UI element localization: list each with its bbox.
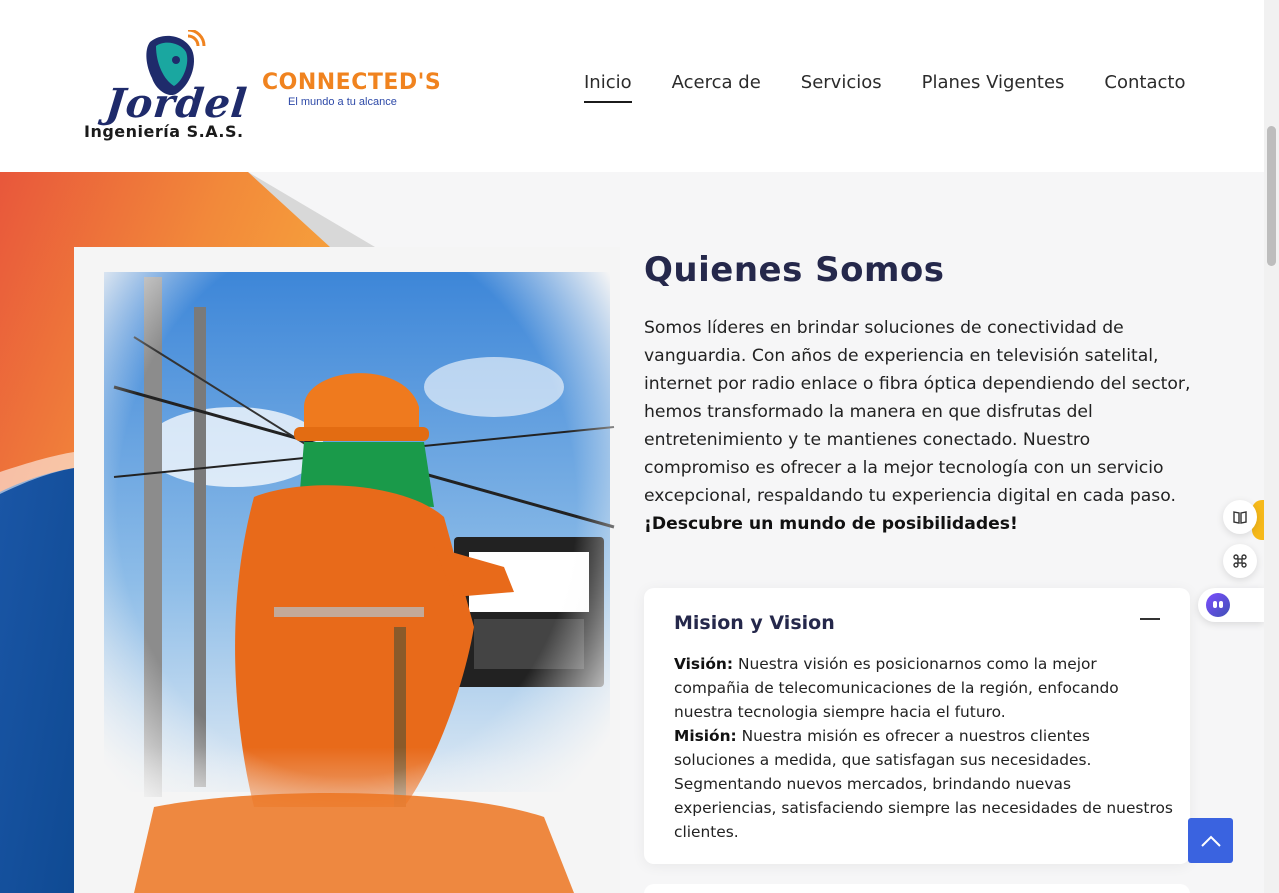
next-accordion-item[interactable]: [644, 884, 1190, 893]
nav-servicios[interactable]: Servicios: [801, 72, 882, 103]
nav-planes-vigentes[interactable]: Planes Vigentes: [922, 72, 1065, 103]
connecteds-logo[interactable]: CONNECTED'S El mundo a tu alcance: [262, 70, 442, 114]
scroll-to-top-button[interactable]: [1188, 818, 1233, 863]
about-intro-highlight: ¡Descubre un mundo de posibilidades!: [644, 514, 1018, 534]
about-intro-text: Somos líderes en brindar soluciones de c…: [644, 318, 1191, 506]
nav-acerca-de[interactable]: Acerca de: [672, 72, 761, 103]
accordion-body: Visión: Nuestra visión es posicionarnos …: [674, 652, 1174, 844]
mission-vision-accordion: Mision y Vision Visión: Nuestra visión e…: [644, 588, 1190, 864]
jordel-logo[interactable]: Jordel Ingeniería S.A.S.: [84, 26, 254, 144]
page-title: Quienes Somos: [644, 250, 945, 290]
mision-text: Nuestra misión es ofrecer a nuestros cli…: [674, 727, 1173, 841]
jordel-logo-subtitle: Ingeniería S.A.S.: [84, 122, 244, 141]
nav-contacto[interactable]: Contacto: [1104, 72, 1185, 103]
main-nav: Inicio Acerca de Servicios Planes Vigent…: [584, 72, 1185, 103]
jordel-logo-script: Jordel: [103, 80, 250, 127]
mision-label: Misión:: [674, 727, 737, 745]
vision-label: Visión:: [674, 655, 734, 673]
page-scrollbar[interactable]: [1264, 0, 1279, 893]
connecteds-logo-name: CONNECTED'S: [262, 70, 442, 95]
book-icon[interactable]: [1223, 500, 1257, 534]
nav-inicio[interactable]: Inicio: [584, 72, 632, 103]
chatbot-launcher[interactable]: [1198, 588, 1264, 622]
vision-text: Nuestra visión es posicionarnos como la …: [674, 655, 1119, 721]
connecteds-logo-tagline: El mundo a tu alcance: [288, 96, 397, 108]
minus-icon[interactable]: [1140, 618, 1160, 620]
about-intro: Somos líderes en brindar soluciones de c…: [644, 314, 1192, 538]
accordion-title[interactable]: Mision y Vision: [674, 612, 835, 634]
chatbot-icon: [1206, 593, 1230, 617]
site-header: Jordel Ingeniería S.A.S. CONNECTED'S El …: [0, 0, 1264, 172]
technician-illustration: [74, 247, 620, 893]
command-icon[interactable]: [1223, 544, 1257, 578]
chevron-up-icon: [1200, 835, 1221, 847]
scrollbar-thumb[interactable]: [1267, 126, 1276, 266]
technician-photo: [74, 247, 620, 893]
